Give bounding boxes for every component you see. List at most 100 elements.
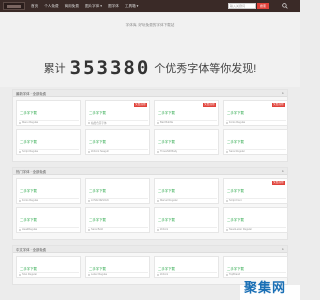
site-logo[interactable] [3,2,25,10]
nav-item-home[interactable]: 首页 [31,4,38,9]
card-footer: SGo Regular [19,272,79,276]
card-footer: HeadRegular [19,227,79,231]
card-footer: Script Font [226,198,286,202]
card-footer: Fonts Regular [226,120,286,124]
font-card[interactable]: 二手字下载 ZnFont Seagull [85,129,150,155]
download-link[interactable]: 二手字下载 [20,139,37,144]
font-name: Script Font [229,199,242,202]
font-card[interactable]: 二手字下载 Sans Regular [223,129,288,155]
font-name: NewsLetter Regular [229,228,252,231]
font-icon [19,273,21,276]
font-card[interactable]: 二手字下载 免费商用站酷仓耳字体 [85,100,150,126]
font-card[interactable]: 二手字下载 Script Regular [16,129,81,155]
card-footer: Marvel Regular [157,198,217,202]
font-icon [226,228,228,231]
download-link[interactable]: 二手字下载 [227,110,244,115]
card-footer: ZnFont [157,272,217,276]
card-footer: ZnFont Seagull [88,149,148,153]
font-card[interactable]: 二手字下载 Sans Bold [85,207,150,233]
nav-item-personal-free[interactable]: 个人免费 [44,4,58,9]
download-link[interactable]: 二手字下载 [158,139,175,144]
font-icon [88,121,90,124]
download-link[interactable]: 二手字下载 [20,217,37,222]
card-footer: ZnFont [157,227,217,231]
font-name: Sans Bold [91,228,103,231]
counter-suffix: 个优秀字体等你发现! [154,63,257,75]
font-icon [88,150,90,153]
nav-item-image-fonts[interactable]: 图片字体 ▾ [85,4,102,9]
download-link[interactable]: 二手字下载 [89,139,106,144]
free-commercial-badge: 免费商用 [133,103,147,107]
font-card[interactable]: 二手字下载 SGo Regular [16,256,81,278]
card-footer: LOVE DESIGN [88,198,148,202]
card-footer: Script Regular [19,149,79,153]
nav-item-graphic-fonts[interactable]: 图字体 [108,4,119,9]
download-link[interactable]: 二手字下载 [227,217,244,222]
font-icon [226,121,228,124]
font-card[interactable]: 二手字下载 免费商用 Bad Bubble [154,100,219,126]
font-card[interactable]: 二手字下载 HeadRegular [16,207,81,233]
section-title: 热门字体 · 全部免费 [16,169,47,174]
download-link[interactable]: 二手字下载 [158,110,175,115]
watermark-logo: 聚集网 [244,280,287,295]
font-name: LOVE DESIGN [91,199,109,202]
font-icon [157,199,159,202]
font-card[interactable]: 二手字下载 TimesNR Body [154,129,219,155]
font-icon [157,121,159,124]
font-name: Manu Regular [22,121,39,124]
section-header: 最新字体 · 全部免费 ▸ [13,90,287,97]
download-link[interactable]: 二手字下载 [89,217,106,222]
font-card[interactable]: 二手字下载 TopBrand [223,256,288,278]
font-card[interactable]: 二手字下载 Letter Regular [85,256,150,278]
section-header: 热门字体 · 全部免费 ▸ [13,168,287,175]
font-icon [88,199,90,202]
download-link[interactable]: 二手字下载 [20,110,37,115]
font-card[interactable]: 二手字下载 Marvel Regular [154,178,219,204]
font-card-grid: 二手字下载 Manu Regular 二手字下载 免费商用 站酷仓耳字体 二手字下载 免费商… [13,97,288,161]
font-icon [19,121,21,124]
download-link[interactable]: 二手字下载 [227,139,244,144]
font-card[interactable]: 二手字下载 ZnFont [154,207,219,233]
download-link[interactable]: 二手字下载 [89,266,106,271]
search-button[interactable]: 搜索 [257,3,269,9]
card-footer: TimesNR Body [157,149,217,153]
font-name: Fonts Regular [22,199,39,202]
font-icon [88,228,90,231]
font-card[interactable]: 二手字下载 LOVE DESIGN [85,178,150,204]
top-navbar: 首页 个人免费 商用免费 图片字体 ▾ 图字体 工具箱 ▾ 输入关键词 搜索 [0,0,300,12]
download-link[interactable]: 二手字下载 [158,266,175,271]
download-link[interactable]: 二手字下载 [158,188,175,193]
download-link[interactable]: 二手字下载 [227,266,244,271]
font-card[interactable]: 二手字下载 免费商用 Script Font [223,178,288,204]
nav-item-commercial-free[interactable]: 商用免费 [65,4,79,9]
font-card[interactable]: 二手字下载 ZnFont [154,256,219,278]
section-more-icon[interactable]: ▸ [282,247,284,251]
logo-mark [7,4,21,8]
download-link[interactable]: 二手字下载 [158,217,175,222]
section-more-icon[interactable]: ▸ [282,91,284,95]
font-card[interactable]: 二手字下载 Fonts Regular [16,178,81,204]
font-icon [157,273,159,276]
card-footer: 站酷仓耳字体 [88,120,148,125]
font-name: TopBrand [229,273,241,276]
search-icon[interactable] [282,3,288,9]
counter-prefix: 累计 [43,63,66,75]
nav-item-toolbox[interactable]: 工具箱 ▾ [125,4,139,9]
free-commercial-badge: 免费商用 [202,103,216,107]
search-input[interactable]: 输入关键词 [228,3,256,9]
download-link[interactable]: 二手字下载 [227,188,244,193]
font-name: ZnFont [160,228,169,231]
banner-subtitle: 字体库, 好玩免费的字体下载站 [125,23,175,27]
font-icon [157,228,159,231]
download-link[interactable]: 二手字下载 [20,188,37,193]
font-counter: 累计 353380 个优秀字体等你发现! [0,57,300,79]
section-latest-fonts: 最新字体 · 全部免费 ▸ 二手字下载 Manu Regular 二手字下载 免费商用… [12,89,288,162]
font-card[interactable]: 二手字下载 NewsLetter Regular [223,207,288,233]
download-link[interactable]: 二手字下载 [20,266,37,271]
font-card[interactable]: 二手字下载 免费商用 Fonts Regular [223,100,288,126]
font-name: HeadRegular [22,228,38,231]
section-more-icon[interactable]: ▸ [282,169,284,173]
download-link[interactable]: 二手字下载 [89,188,106,193]
font-card[interactable]: 二手字下载 Manu Regular [16,100,81,126]
download-link[interactable]: 二手字下载 [89,110,106,115]
